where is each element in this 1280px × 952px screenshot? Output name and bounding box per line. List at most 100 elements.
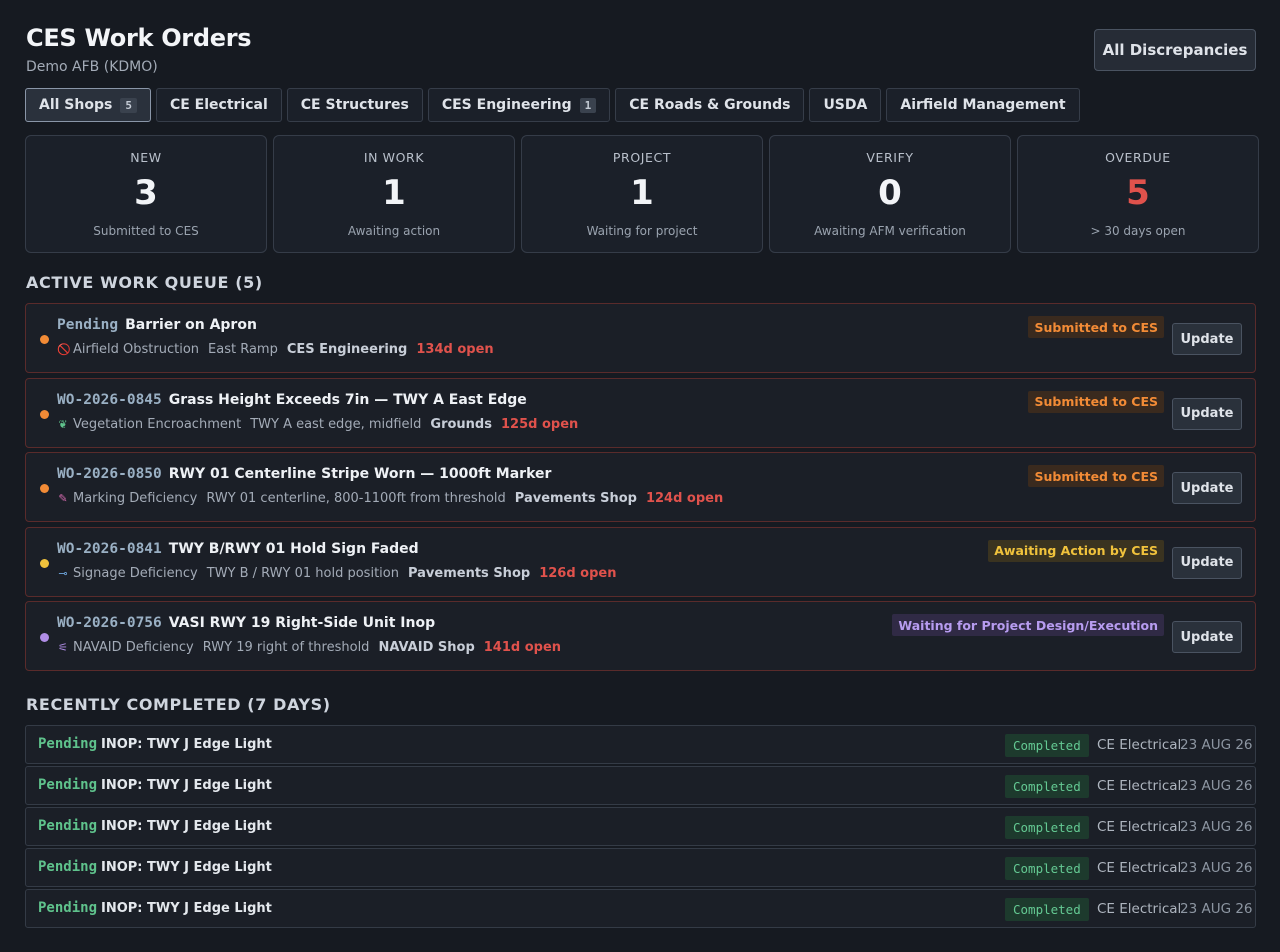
completed-badge: Completed xyxy=(1005,734,1089,757)
status-dot xyxy=(40,409,49,419)
work-order-id[interactable]: Pending xyxy=(38,859,97,875)
stat-description: Awaiting action xyxy=(347,224,441,238)
base-subtitle: Demo AFB (KDMO) xyxy=(26,59,158,75)
work-order-details: ⊸ Signage Deficiency TWY B / RWY 01 hold p… xyxy=(57,566,616,581)
work-order-category: ⚟ NAVAID Deficiency xyxy=(57,640,194,655)
completion-date: 23 AUG 26 xyxy=(1180,860,1253,876)
completed-row[interactable]: Pending INOP: TWY J Edge Light Completed CE… xyxy=(25,889,1256,928)
work-order-id[interactable]: Pending xyxy=(38,736,97,752)
work-order-title: VASI RWY 19 Right-Side Unit Inop xyxy=(168,615,436,631)
work-order-shop: CE Electrical xyxy=(1097,737,1182,753)
tab-label: CES Engineering xyxy=(441,97,572,113)
stat-label: IN WORK xyxy=(363,150,425,165)
work-order-details: 🚫 Airfield Obstruction East Ramp CES Engine… xyxy=(57,342,494,357)
tab-label: CE Electrical xyxy=(169,97,268,113)
completed-row[interactable]: Pending INOP: TWY J Edge Light Completed CE… xyxy=(25,725,1256,764)
completion-date: 23 AUG 26 xyxy=(1180,819,1253,835)
tab-all-shops[interactable]: All Shops 5 xyxy=(25,88,151,122)
work-order-row[interactable]: WO-2026-0845 Grass Height Exceeds 7in — T… xyxy=(25,377,1256,448)
tab-usda[interactable]: USDA xyxy=(809,88,882,122)
stat-card-overdue[interactable]: OVERDUE 5 > 30 days open xyxy=(1017,135,1259,253)
stat-value: 5 xyxy=(1126,173,1150,213)
stat-card-verify[interactable]: VERIFY 0 Awaiting AFM verification xyxy=(769,135,1011,253)
work-order-id[interactable]: Pending xyxy=(38,818,97,834)
work-order-row[interactable]: Pending Barrier on Apron 🚫 Airfield Obstruc… xyxy=(25,303,1256,373)
tab-ce-structures[interactable]: CE Structures xyxy=(286,88,423,122)
update-button[interactable]: Update xyxy=(1172,323,1242,355)
stat-card-in-work[interactable]: IN WORK 1 Awaiting action xyxy=(273,135,515,253)
status-badge: Submitted to CES xyxy=(1028,390,1164,413)
category-label: Signage Deficiency xyxy=(73,565,198,581)
work-order-row[interactable]: WO-2026-0756 VASI RWY 19 Right-Side Unit … xyxy=(25,601,1256,671)
recently-completed-heading: RECENTLY COMPLETED (7 DAYS) xyxy=(26,695,331,714)
update-button[interactable]: Update xyxy=(1172,397,1242,430)
work-order-details: ✎ Marking Deficiency RWY 01 centerline, 80… xyxy=(57,491,723,506)
category-label: Vegetation Encroachment xyxy=(73,416,242,432)
shop-tabs: All Shops 5 CE Electrical CE Structures … xyxy=(25,88,1080,122)
work-order-id[interactable]: WO-2026-0841 xyxy=(57,541,162,557)
tab-ces-engineering[interactable]: CES Engineering 1 xyxy=(427,88,611,122)
update-button[interactable]: Update xyxy=(1172,621,1242,653)
tab-label: All Shops xyxy=(39,97,113,113)
stat-description: Waiting for project xyxy=(586,224,698,238)
work-order-id[interactable]: WO-2026-0756 xyxy=(57,615,162,631)
stat-card-new[interactable]: NEW 3 Submitted to CES xyxy=(25,135,267,253)
work-order-id[interactable]: WO-2026-0845 xyxy=(57,392,162,408)
stat-description: > 30 days open xyxy=(1090,224,1186,238)
work-order-heading: WO-2026-0845 Grass Height Exceeds 7in — T… xyxy=(57,392,527,408)
work-order-shop: CE Electrical xyxy=(1097,901,1182,917)
work-order-id[interactable]: Pending xyxy=(38,777,97,793)
recently-completed-list: Pending INOP: TWY J Edge Light Completed CE… xyxy=(25,725,1256,930)
completed-row[interactable]: Pending INOP: TWY J Edge Light Completed CE… xyxy=(25,766,1256,805)
work-order-title: INOP: TWY J Edge Light xyxy=(101,819,272,834)
completed-row[interactable]: Pending INOP: TWY J Edge Light Completed CE… xyxy=(25,848,1256,887)
work-order-category: ✎ Marking Deficiency xyxy=(57,491,197,506)
stat-card-project[interactable]: PROJECT 1 Waiting for project xyxy=(521,135,763,253)
stat-label: PROJECT xyxy=(612,150,672,165)
tab-airfield-management[interactable]: Airfield Management xyxy=(886,88,1080,122)
plant-icon: ❦ xyxy=(58,417,68,431)
paintbrush-icon: ✎ xyxy=(58,492,68,505)
update-button[interactable]: Update xyxy=(1172,472,1242,504)
status-summary: NEW 3 Submitted to CES IN WORK 1 Awaitin… xyxy=(25,135,1259,253)
all-discrepancies-button[interactable]: All Discrepancies xyxy=(1094,29,1256,71)
work-order-id[interactable]: WO-2026-0850 xyxy=(57,466,162,482)
stat-value: 0 xyxy=(878,173,902,213)
work-order-heading: WO-2026-0841 TWY B/RWY 01 Hold Sign Faded xyxy=(57,541,419,557)
work-order-category: ⊸ Signage Deficiency xyxy=(57,565,198,581)
completion-date: 23 AUG 26 xyxy=(1180,778,1253,794)
page-title: CES Work Orders xyxy=(26,24,252,52)
stat-description: Awaiting AFM verification xyxy=(814,224,966,238)
stat-label: VERIFY xyxy=(866,150,914,165)
completed-badge: Completed xyxy=(1005,857,1089,880)
status-dot xyxy=(40,558,49,568)
work-order-row[interactable]: WO-2026-0850 RWY 01 Centerline Stripe Wor… xyxy=(25,452,1256,522)
days-open: 141d open xyxy=(483,640,562,655)
work-order-title: TWY B/RWY 01 Hold Sign Faded xyxy=(168,540,419,557)
work-order-row[interactable]: WO-2026-0841 TWY B/RWY 01 Hold Sign Faded… xyxy=(25,526,1256,597)
status-badge: Submitted to CES xyxy=(1028,316,1164,338)
signpost-icon: ⊸ xyxy=(58,566,68,580)
work-order-category: ❦ Vegetation Encroachment xyxy=(57,417,241,432)
completed-row[interactable]: Pending INOP: TWY J Edge Light Completed CE… xyxy=(25,807,1256,846)
work-order-title: Barrier on Apron xyxy=(125,317,257,333)
work-order-location: TWY B / RWY 01 hold position xyxy=(206,565,399,581)
stat-label: NEW xyxy=(130,150,162,165)
tab-ce-electrical[interactable]: CE Electrical xyxy=(155,88,282,122)
work-order-id[interactable]: Pending xyxy=(57,317,118,333)
completed-badge: Completed xyxy=(1005,775,1089,798)
work-order-location: TWY A east edge, midfield xyxy=(250,416,422,432)
work-order-id[interactable]: Pending xyxy=(38,900,97,916)
work-order-shop: CE Electrical xyxy=(1097,819,1182,835)
update-button[interactable]: Update xyxy=(1172,546,1242,579)
days-open: 124d open xyxy=(645,491,724,506)
work-order-details: ⚟ NAVAID Deficiency RWY 19 right of thresh… xyxy=(57,640,561,655)
stat-description: Submitted to CES xyxy=(93,224,199,238)
work-order-title: INOP: TWY J Edge Light xyxy=(101,901,272,916)
category-label: Marking Deficiency xyxy=(73,491,198,506)
work-order-shop: CE Electrical xyxy=(1097,778,1182,794)
work-order-title: Grass Height Exceeds 7in — TWY A East Ed… xyxy=(168,391,527,408)
status-dot xyxy=(40,633,49,642)
tab-ce-roads-grounds[interactable]: CE Roads & Grounds xyxy=(615,88,805,122)
work-order-heading: Pending Barrier on Apron xyxy=(57,317,257,333)
